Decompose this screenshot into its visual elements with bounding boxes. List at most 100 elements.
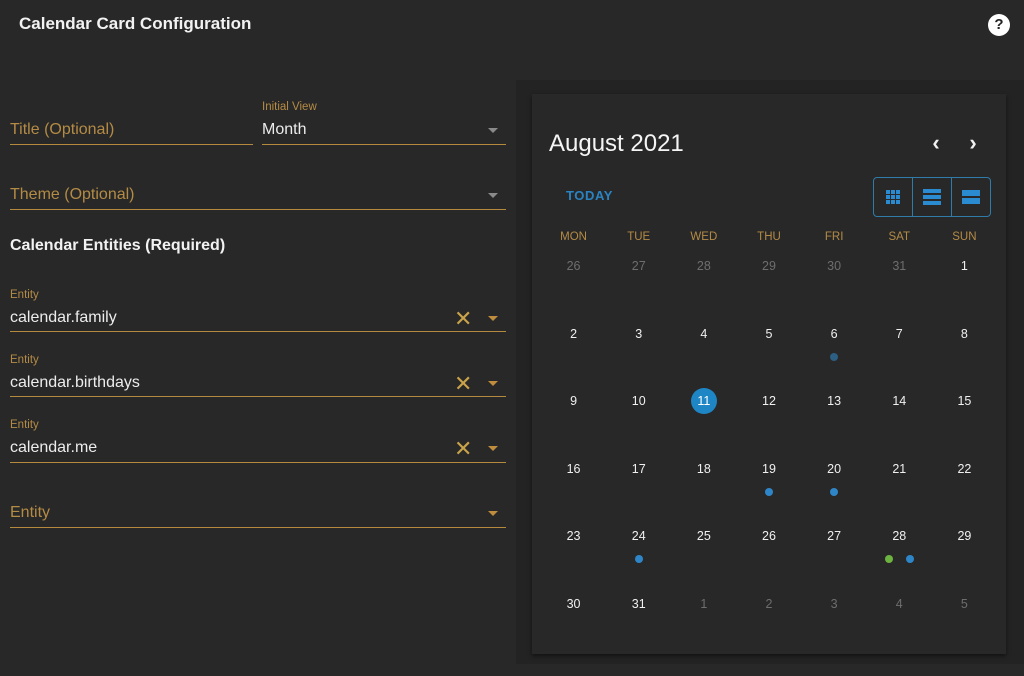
day-number[interactable]: 3 <box>626 326 652 352</box>
calendar-day[interactable]: 8 <box>932 322 997 390</box>
entity-field[interactable]: Entity calendar.family ✕ <box>10 286 506 332</box>
calendar-day[interactable]: 3 <box>606 322 671 390</box>
today-button[interactable]: TODAY <box>566 188 613 203</box>
calendar-day[interactable]: 30 <box>541 592 606 660</box>
day-view-button[interactable] <box>952 178 990 216</box>
chevron-down-icon[interactable] <box>488 381 498 386</box>
day-number[interactable]: 22 <box>951 461 977 487</box>
clear-icon[interactable]: ✕ <box>454 373 472 395</box>
day-number[interactable]: 17 <box>626 461 652 487</box>
day-number[interactable]: 2 <box>561 326 587 352</box>
day-number[interactable]: 31 <box>626 596 652 622</box>
day-number[interactable]: 30 <box>561 596 587 622</box>
day-number[interactable]: 23 <box>561 528 587 554</box>
week-view-button[interactable] <box>913 178 952 216</box>
calendar-day[interactable]: 28 <box>671 254 736 322</box>
calendar-day[interactable]: 29 <box>736 254 801 322</box>
calendar-day[interactable]: 5 <box>736 322 801 390</box>
clear-icon[interactable]: ✕ <box>454 438 472 460</box>
day-number[interactable]: 14 <box>886 393 912 419</box>
day-number[interactable]: 5 <box>951 596 977 622</box>
day-number[interactable]: 13 <box>821 393 847 419</box>
day-number[interactable]: 28 <box>886 528 912 554</box>
day-number[interactable]: 18 <box>691 461 717 487</box>
calendar-day[interactable]: 29 <box>932 524 997 592</box>
calendar-day[interactable]: 28 <box>867 524 932 592</box>
day-number[interactable]: 6 <box>821 326 847 352</box>
day-number[interactable]: 27 <box>821 528 847 554</box>
calendar-day-today[interactable]: 11 <box>671 388 736 457</box>
day-number[interactable]: 10 <box>626 393 652 419</box>
calendar-day[interactable]: 2 <box>541 322 606 390</box>
calendar-day[interactable]: 26 <box>541 254 606 322</box>
day-number[interactable]: 26 <box>561 258 587 284</box>
calendar-day[interactable]: 4 <box>867 592 932 660</box>
calendar-day[interactable]: 15 <box>932 389 997 457</box>
entity-field[interactable]: Entity calendar.birthdays ✕ <box>10 351 506 397</box>
calendar-day[interactable]: 24 <box>606 524 671 592</box>
day-number[interactable]: 8 <box>951 326 977 352</box>
next-month-button[interactable]: › <box>961 132 985 156</box>
theme-select[interactable]: Theme (Optional) <box>10 180 506 210</box>
clear-icon[interactable]: ✕ <box>454 308 472 330</box>
calendar-day[interactable]: 2 <box>736 592 801 660</box>
calendar-day[interactable]: 19 <box>736 457 801 525</box>
day-number[interactable]: 20 <box>821 461 847 487</box>
day-number[interactable]: 9 <box>561 393 587 419</box>
day-number[interactable]: 15 <box>951 393 977 419</box>
calendar-day[interactable]: 26 <box>736 524 801 592</box>
chevron-down-icon[interactable] <box>488 446 498 451</box>
day-number[interactable]: 29 <box>756 258 782 284</box>
day-number[interactable]: 7 <box>886 326 912 352</box>
calendar-day[interactable]: 5 <box>932 592 997 660</box>
calendar-day[interactable]: 1 <box>932 254 997 322</box>
chevron-down-icon[interactable] <box>488 193 498 198</box>
calendar-day[interactable]: 31 <box>867 254 932 322</box>
calendar-day[interactable]: 31 <box>606 592 671 660</box>
day-number[interactable]: 5 <box>756 326 782 352</box>
calendar-day[interactable]: 10 <box>606 389 671 457</box>
calendar-day[interactable]: 9 <box>541 389 606 457</box>
day-number[interactable]: 3 <box>821 596 847 622</box>
calendar-day[interactable]: 22 <box>932 457 997 525</box>
day-number[interactable]: 25 <box>691 528 717 554</box>
calendar-day[interactable]: 14 <box>867 389 932 457</box>
calendar-day[interactable]: 7 <box>867 322 932 390</box>
day-number[interactable]: 19 <box>756 461 782 487</box>
calendar-day[interactable]: 21 <box>867 457 932 525</box>
help-icon[interactable]: ? <box>988 14 1010 36</box>
month-view-button[interactable] <box>874 178 913 216</box>
calendar-day[interactable]: 27 <box>606 254 671 322</box>
calendar-day[interactable]: 20 <box>802 457 867 525</box>
calendar-day[interactable]: 13 <box>802 389 867 457</box>
day-number[interactable]: 4 <box>886 596 912 622</box>
day-number[interactable]: 1 <box>951 258 977 284</box>
calendar-day[interactable]: 6 <box>802 322 867 390</box>
day-number[interactable]: 21 <box>886 461 912 487</box>
calendar-day[interactable]: 12 <box>736 389 801 457</box>
entity-field[interactable]: Entity calendar.me ✕ <box>10 416 506 463</box>
calendar-day[interactable]: 18 <box>671 457 736 525</box>
calendar-day[interactable]: 27 <box>802 524 867 592</box>
day-number[interactable]: 12 <box>756 393 782 419</box>
prev-month-button[interactable]: ‹ <box>924 132 948 156</box>
day-number[interactable]: 24 <box>626 528 652 554</box>
day-number[interactable]: 1 <box>691 596 717 622</box>
calendar-day[interactable]: 1 <box>671 592 736 660</box>
calendar-day[interactable]: 16 <box>541 457 606 525</box>
initial-view-select[interactable]: Initial View Month <box>262 100 506 145</box>
title-input[interactable]: Title (Optional) <box>10 100 253 145</box>
day-number[interactable]: 16 <box>561 461 587 487</box>
day-number[interactable]: 30 <box>821 258 847 284</box>
day-number[interactable]: 29 <box>951 528 977 554</box>
day-number[interactable]: 26 <box>756 528 782 554</box>
calendar-day[interactable]: 17 <box>606 457 671 525</box>
day-number[interactable]: 2 <box>756 596 782 622</box>
chevron-down-icon[interactable] <box>488 128 498 133</box>
calendar-day[interactable]: 30 <box>802 254 867 322</box>
chevron-down-icon[interactable] <box>488 316 498 321</box>
add-entity-select[interactable]: Entity <box>10 496 506 528</box>
day-number[interactable]: 31 <box>886 258 912 284</box>
calendar-day[interactable]: 3 <box>802 592 867 660</box>
day-number[interactable]: 27 <box>626 258 652 284</box>
